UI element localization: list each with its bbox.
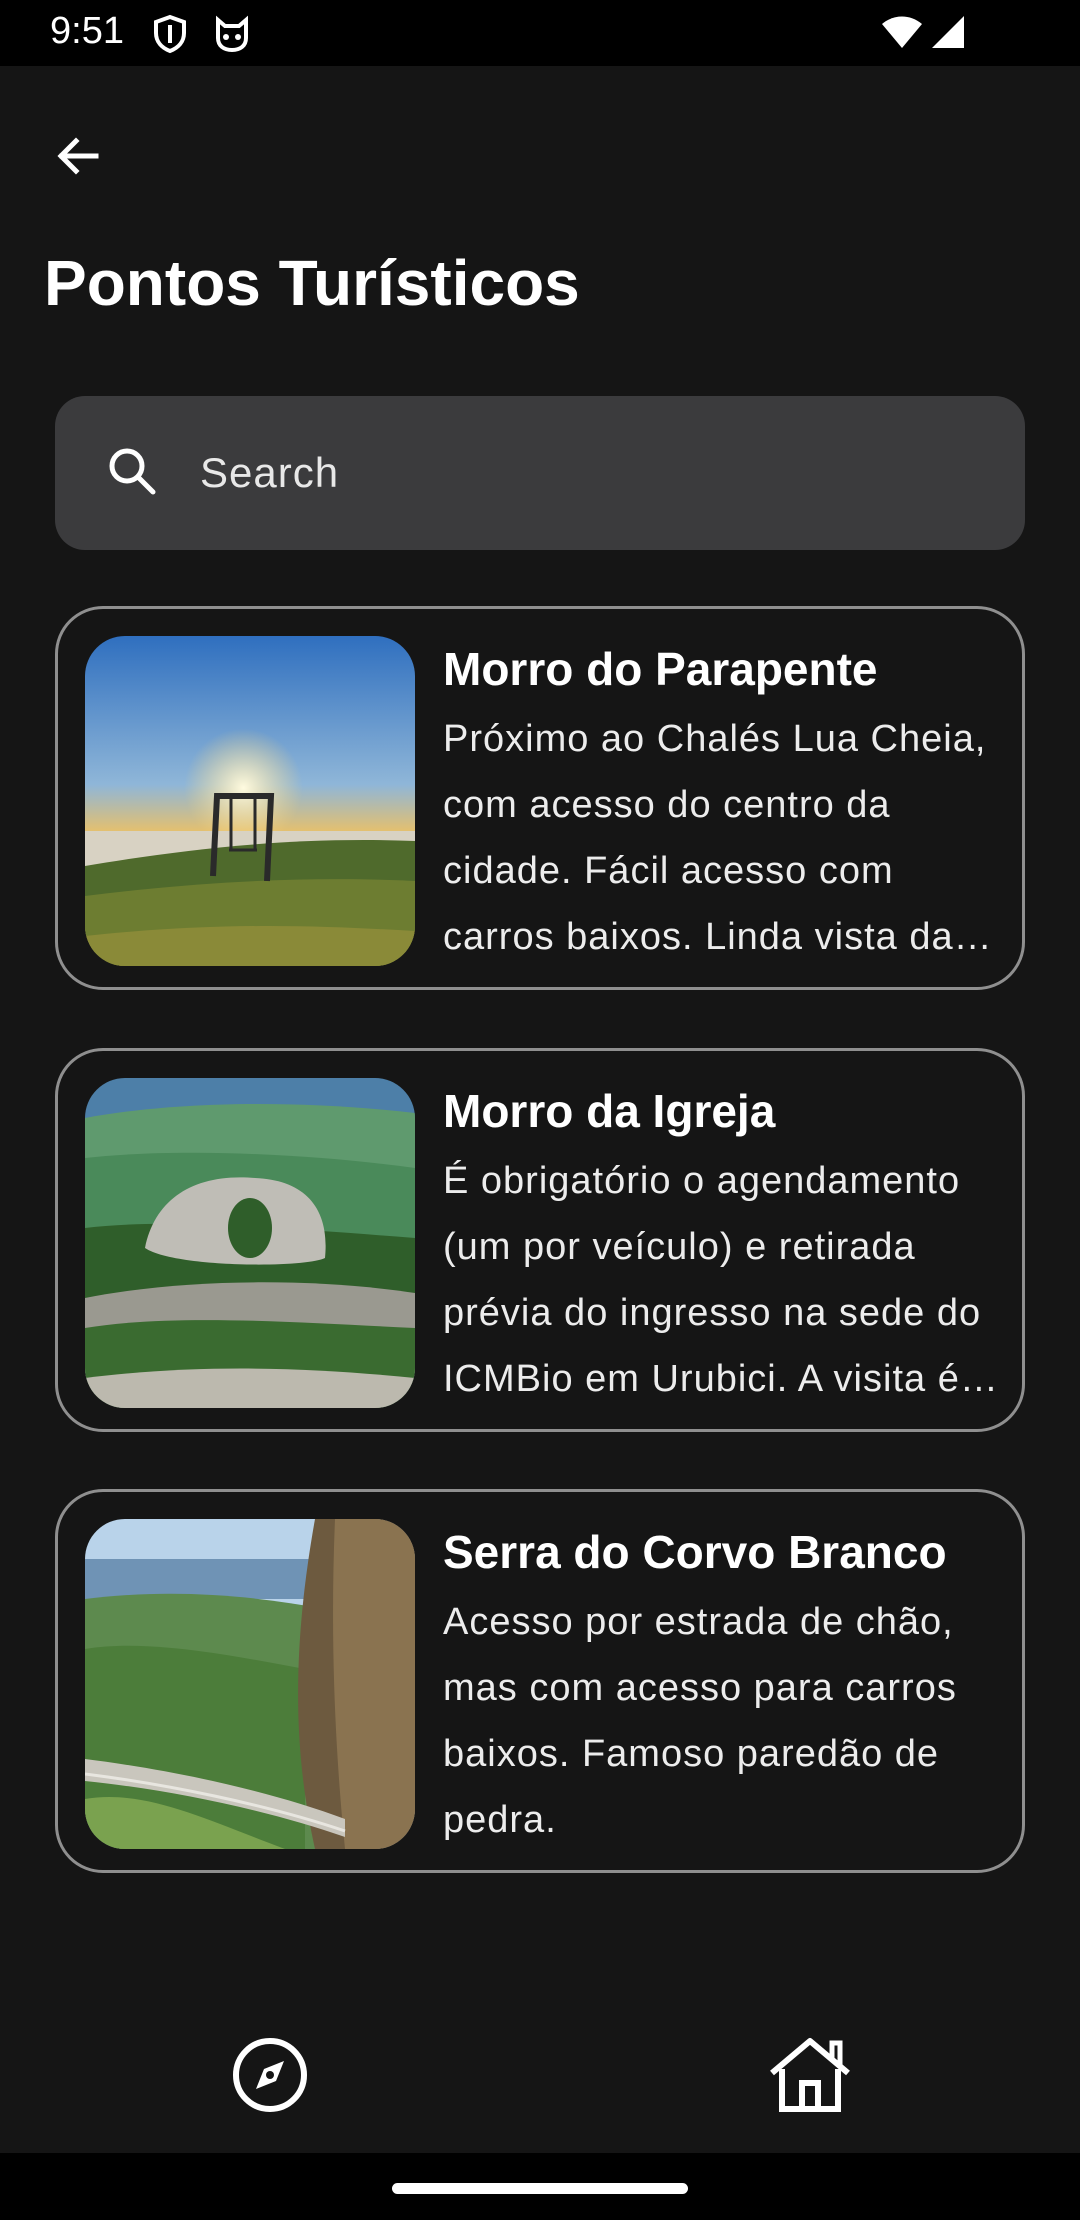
status-bar: 9:51	[0, 0, 1080, 66]
place-image-mountain-road	[85, 1519, 415, 1849]
place-image-rock-arch	[85, 1078, 415, 1408]
nav-explore-button[interactable]	[225, 2030, 315, 2120]
place-description: Acesso por estrada de chão, mas com aces…	[443, 1601, 957, 1841]
shield-icon	[152, 14, 188, 59]
arrow-left-icon	[57, 137, 99, 175]
place-card-serra-do-corvo-branco[interactable]: Serra do Corvo Branco Acesso por estrada…	[55, 1489, 1025, 1873]
place-title: Morro da Igreja	[443, 1085, 776, 1137]
search-icon	[107, 446, 157, 501]
back-button[interactable]	[40, 118, 116, 194]
place-image-sunset-swing	[85, 636, 415, 966]
place-description: Próximo ao Chalés Lua Cheia, com acesso …	[443, 718, 987, 958]
place-card-morro-do-parapente[interactable]: Morro do Parapente Próximo ao Chalés Lua…	[55, 606, 1025, 990]
home-indicator[interactable]	[392, 2183, 688, 2194]
home-icon	[770, 2038, 850, 2112]
nav-home-button[interactable]	[765, 2030, 855, 2120]
status-time: 9:51	[50, 10, 124, 52]
page-title: Pontos Turísticos	[44, 247, 580, 319]
compass-icon	[233, 2038, 307, 2112]
cat-icon	[212, 14, 252, 59]
place-title: Serra do Corvo Branco	[443, 1526, 947, 1578]
place-title: Morro do Parapente	[443, 643, 878, 695]
signal-icon	[930, 14, 966, 55]
place-card-morro-da-igreja[interactable]: Morro da Igreja É obrigatório o agendame…	[55, 1048, 1025, 1432]
search-input[interactable]	[198, 442, 982, 504]
search-bar[interactable]	[55, 396, 1025, 550]
wifi-icon	[880, 16, 924, 55]
place-description: É obrigatório o agendamento (um por veíc…	[443, 1160, 999, 1400]
